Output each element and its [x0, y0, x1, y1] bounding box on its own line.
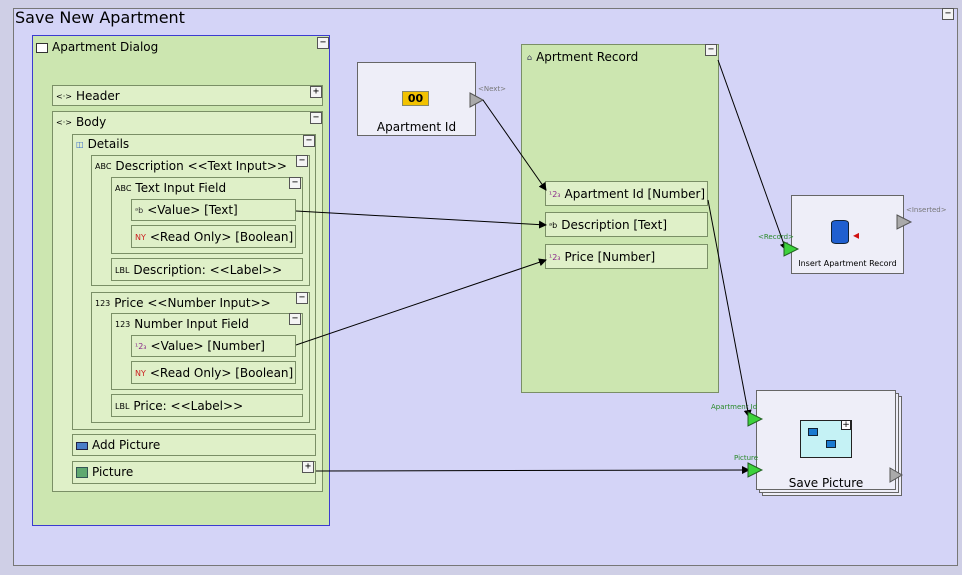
- next-port: [469, 92, 485, 108]
- apartment-id-input-port: [747, 411, 764, 427]
- connector-next-to-apartment-id: [482, 99, 547, 191]
- connector-record-to-insert: [717, 59, 788, 251]
- connector-description-value: [295, 210, 547, 229]
- save-picture-output-port: [889, 467, 903, 483]
- record-input-port: [783, 241, 800, 257]
- connector-price-value: [295, 258, 547, 346]
- connector-apartment-id-to-save: [707, 199, 752, 418]
- connector-layer: [295, 59, 913, 483]
- connector-picture-to-save: [315, 466, 750, 475]
- inserted-output-port: [896, 214, 913, 230]
- picture-input-port: [747, 462, 764, 478]
